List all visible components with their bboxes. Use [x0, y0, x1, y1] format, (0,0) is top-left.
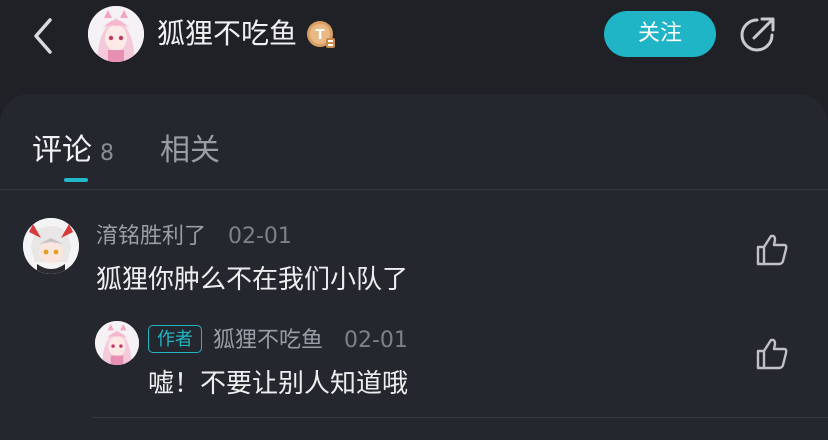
reply-date: 02-01	[344, 328, 408, 353]
share-icon	[740, 17, 775, 52]
reply-text[interactable]: 嘘！不要让别人知道哦	[148, 366, 408, 402]
comment-count: 8	[100, 141, 114, 166]
anime-girl-avatar-icon	[88, 6, 144, 62]
commenter-name[interactable]: 淯铭胜利了	[96, 222, 206, 252]
tab-comments[interactable]: 评论 8	[32, 130, 114, 175]
back-button[interactable]	[26, 14, 62, 58]
share-button[interactable]	[736, 14, 778, 56]
red-anime-character-avatar-icon	[23, 218, 79, 274]
thumbs-up-icon	[756, 234, 788, 266]
tab-comments-label: 评论	[32, 133, 92, 168]
author-username[interactable]: 狐狸不吃鱼	[157, 14, 297, 54]
coin-badge-icon: T	[307, 21, 335, 48]
comment-text[interactable]: 狐狸你肿么不在我们小队了	[96, 262, 408, 298]
divider	[0, 189, 828, 190]
thumbs-up-icon	[756, 338, 788, 370]
author-avatar[interactable]	[88, 6, 144, 62]
chevron-left-icon	[34, 18, 52, 54]
reply-avatar[interactable]	[95, 321, 139, 365]
like-button[interactable]	[754, 232, 790, 268]
divider	[92, 417, 828, 418]
active-tab-indicator	[64, 178, 88, 182]
comment-date: 02-01	[228, 224, 292, 249]
like-button[interactable]	[754, 336, 790, 372]
author-tag: 作者	[148, 325, 202, 353]
anime-girl-avatar-icon	[95, 321, 139, 365]
creator-badge: T	[306, 20, 336, 50]
commenter-avatar[interactable]	[23, 218, 79, 274]
follow-button[interactable]: 关注	[604, 11, 716, 57]
reply-author-name[interactable]: 狐狸不吃鱼	[213, 326, 323, 356]
svg-text:T: T	[316, 28, 325, 43]
tab-related[interactable]: 相关	[160, 130, 220, 172]
